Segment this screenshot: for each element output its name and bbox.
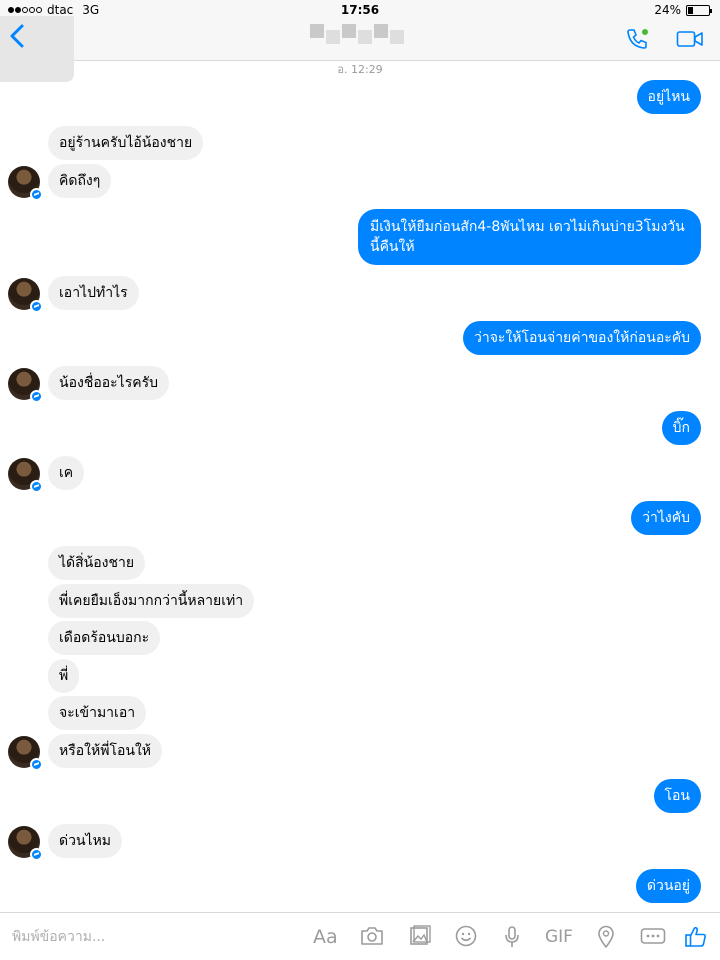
text-style-button[interactable]: Aa xyxy=(313,925,338,949)
message-incoming[interactable]: เค xyxy=(48,456,85,490)
emoji-button[interactable] xyxy=(455,925,477,949)
camera-button[interactable] xyxy=(360,925,384,949)
thumbs-up-icon xyxy=(685,926,706,947)
battery-percent: 24% xyxy=(654,3,681,17)
gallery-button[interactable] xyxy=(408,925,432,949)
more-button[interactable] xyxy=(640,925,666,949)
location-pin-icon xyxy=(598,925,614,948)
message-incoming[interactable]: จะเข้ามาเอา xyxy=(48,696,147,730)
clock: 17:56 xyxy=(340,3,380,17)
message-incoming[interactable]: พี่ xyxy=(48,659,80,693)
composer-bar: Aa GIF xyxy=(0,912,720,960)
conversation-timestamp: อ. 12:29 xyxy=(337,63,383,76)
chevron-left-icon xyxy=(10,24,24,48)
avatar[interactable] xyxy=(8,166,43,201)
status-bar: dtac 3G 17:56 24% xyxy=(0,0,720,20)
messenger-badge-icon xyxy=(30,758,43,771)
nav-bar xyxy=(0,16,720,82)
messenger-badge-icon xyxy=(30,848,43,861)
message-incoming[interactable]: ด่วนไหม xyxy=(48,824,123,858)
message-outgoing[interactable]: ว่าไงคับ xyxy=(631,501,701,535)
like-button[interactable] xyxy=(684,925,708,949)
message-outgoing[interactable]: ด่วนอยู่ xyxy=(635,869,701,903)
emoji-icon xyxy=(455,925,477,947)
message-input[interactable] xyxy=(12,927,272,947)
location-button[interactable] xyxy=(597,925,615,949)
avatar[interactable] xyxy=(8,368,43,403)
messenger-badge-icon xyxy=(30,188,43,201)
contact-name-blurred[interactable] xyxy=(310,24,410,46)
messenger-badge-icon xyxy=(30,480,43,493)
gif-button[interactable]: GIF xyxy=(545,925,573,949)
message-outgoing[interactable]: บิ๊ก xyxy=(661,411,701,445)
battery-icon xyxy=(686,4,712,16)
video-call-button[interactable] xyxy=(676,30,704,52)
messenger-badge-icon xyxy=(30,390,43,403)
message-incoming[interactable]: อยู่ร้านครับไอ้น้องชาย xyxy=(48,126,204,160)
voice-button[interactable] xyxy=(504,925,520,949)
message-incoming[interactable]: น้องชื่ออะไรครับ xyxy=(48,366,169,400)
message-outgoing[interactable]: อยู่ไหน xyxy=(636,80,701,114)
message-incoming[interactable]: คิดถึงๆ xyxy=(48,164,112,198)
avatar[interactable] xyxy=(8,458,43,493)
messenger-badge-icon xyxy=(30,300,43,313)
message-outgoing[interactable]: มีเงินให้ยืมก่อนสัก4-8พันไหม เดวไม่เกินบ… xyxy=(358,209,701,265)
avatar[interactable] xyxy=(8,736,43,771)
message-incoming[interactable]: ได้สิ่น้องชาย xyxy=(48,546,146,580)
video-camera-icon xyxy=(676,31,703,47)
message-incoming[interactable]: เดือดร้อนบอกะ xyxy=(48,621,161,655)
phone-icon xyxy=(627,29,648,49)
photo-gallery-icon xyxy=(410,925,431,945)
avatar[interactable] xyxy=(8,278,43,313)
gif-label: GIF xyxy=(545,927,573,947)
message-incoming[interactable]: พี่เคยยืมเอ็งมากกว่านี้หลายเท่า xyxy=(48,584,255,618)
message-incoming[interactable]: เอาไปทำไร xyxy=(48,276,139,310)
camera-icon xyxy=(361,927,383,945)
call-button[interactable] xyxy=(626,28,650,54)
message-outgoing[interactable]: โอน xyxy=(653,779,701,813)
text-style-label: Aa xyxy=(313,926,338,948)
avatar[interactable] xyxy=(8,826,43,861)
message-outgoing[interactable]: ว่าจะให้โอนจ่ายค่าของให้ก่อนอะคับ xyxy=(462,321,701,355)
message-incoming[interactable]: หรือให้พี่โอนให้ xyxy=(48,734,163,768)
microphone-icon xyxy=(505,926,519,947)
more-icon xyxy=(640,928,666,944)
